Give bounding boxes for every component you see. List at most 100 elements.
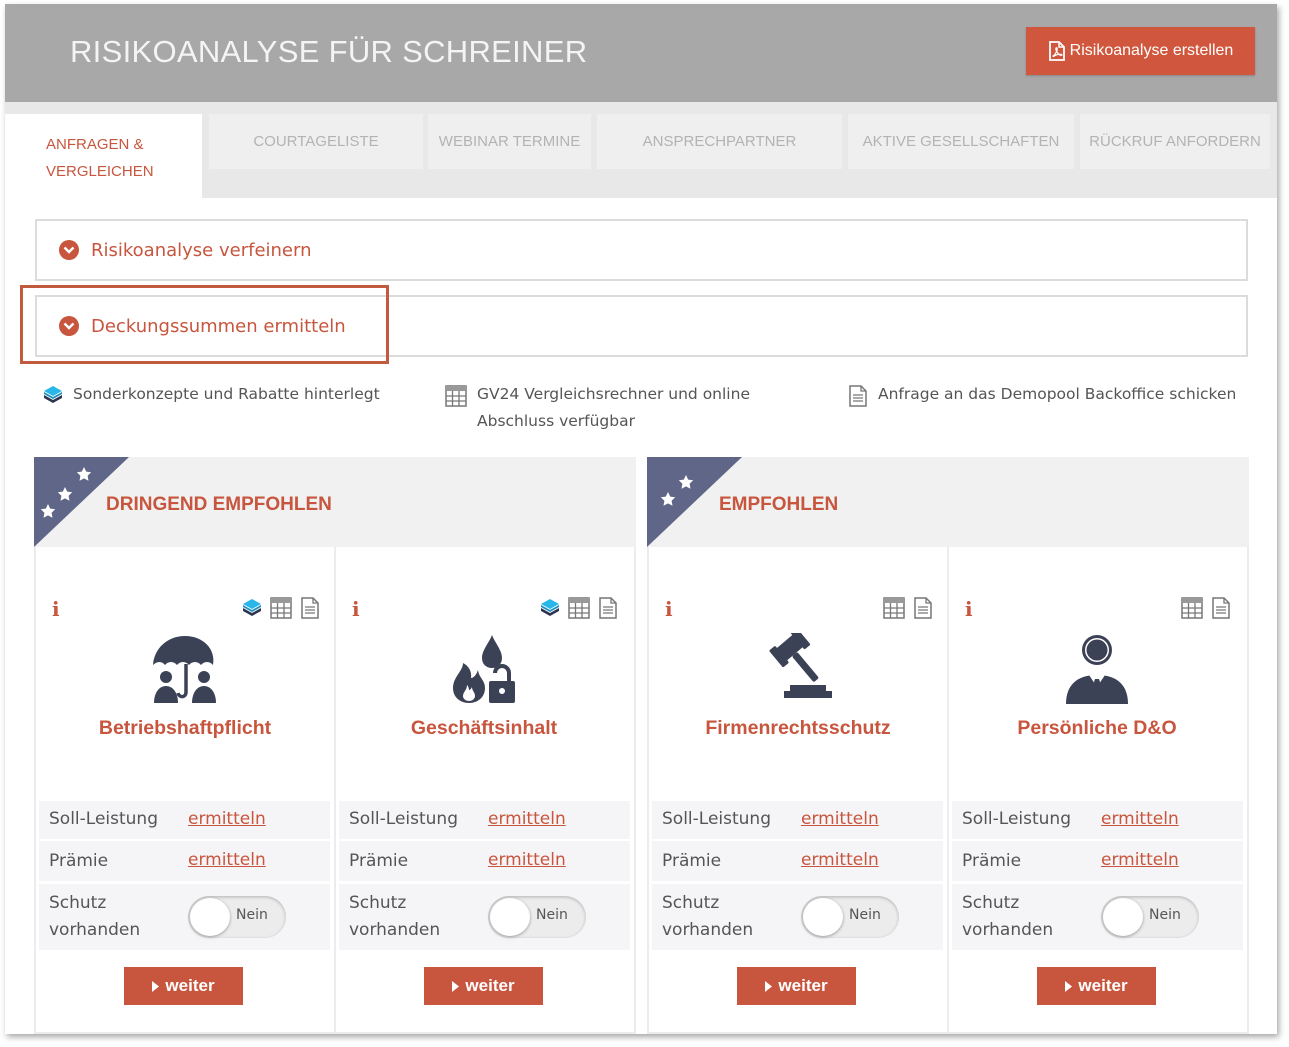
weiter-button[interactable]: weiter [1037, 967, 1156, 1005]
row-soll-leistung: Soll-Leistung ermitteln [952, 801, 1243, 839]
feature-icons [1181, 597, 1231, 619]
ermitteln-link[interactable]: ermitteln [188, 850, 266, 870]
document-icon [848, 385, 868, 416]
toggle-label: Nein [849, 907, 881, 923]
weiter-button[interactable]: weiter [124, 967, 243, 1005]
businessman-icon [1066, 635, 1128, 704]
accordion-risikoanalyse-verfeinern[interactable]: Risikoanalyse verfeinern [35, 219, 1248, 281]
panel-title: DRINGEND EMPFOHLEN [106, 494, 332, 515]
caret-right-icon [152, 980, 160, 992]
chevron-down-icon [59, 240, 79, 260]
tab-ansprechpartner[interactable]: ANSPRECHPARTNER [597, 114, 842, 169]
row-schutz-vorhanden: Schutz vorhanden Nein [652, 884, 943, 950]
gavel-icon [769, 633, 832, 698]
weiter-label: weiter [465, 976, 515, 995]
ermitteln-link[interactable]: ermitteln [1101, 809, 1179, 829]
create-analysis-label: Risikoanalyse erstellen [1069, 42, 1234, 59]
ermitteln-link[interactable]: ermitteln [1101, 850, 1179, 870]
weiter-label: weiter [778, 976, 828, 995]
fire-water-lock-icon [453, 635, 515, 703]
schutz-toggle[interactable]: Nein [488, 896, 586, 938]
card-group: i Betriebshaftpflicht Soll-Leistung ermi… [34, 547, 636, 1034]
row-label: Soll-Leistung [49, 809, 158, 829]
calculator-icon [883, 597, 905, 619]
umbrella-people-icon [153, 636, 216, 703]
legend-calculator: GV24 Vergleichsrechner und online Abschl… [445, 381, 750, 435]
info-icon[interactable]: i [52, 597, 60, 621]
row-soll-leistung: Soll-Leistung ermitteln [339, 801, 630, 839]
row-label: Soll-Leistung [662, 809, 771, 829]
row-schutz-vorhanden: Schutz vorhanden Nein [339, 884, 630, 950]
row-schutz-vorhanden: Schutz vorhanden Nein [952, 884, 1243, 950]
row-label: Schutz vorhanden [962, 893, 1054, 940]
schutz-toggle[interactable]: Nein [188, 896, 286, 938]
toggle-label: Nein [1149, 907, 1181, 923]
ermitteln-link[interactable]: ermitteln [801, 809, 879, 829]
schutz-toggle[interactable]: Nein [801, 896, 899, 938]
row-praemie: Prämie ermitteln [952, 841, 1243, 881]
schutz-toggle[interactable]: Nein [1101, 896, 1199, 938]
toggle-label: Nein [236, 907, 268, 923]
toggle-label: Nein [536, 907, 568, 923]
row-label: Prämie [662, 851, 722, 871]
ermitteln-link[interactable]: ermitteln [801, 850, 879, 870]
calculator-icon [445, 385, 467, 435]
row-label: Soll-Leistung [962, 809, 1071, 829]
product-card-betriebshaftpflicht: i Betriebshaftpflicht Soll-Leistung ermi… [36, 547, 334, 1034]
toggle-knob [490, 898, 530, 936]
card-group: i Firmenrechtsschutz Soll-Leistung ermit… [647, 547, 1249, 1034]
product-title: Betriebshaftpflicht [98, 717, 272, 739]
row-schutz-vorhanden: Schutz vorhanden Nein [39, 884, 330, 950]
tab-anfragen-vergleichen[interactable]: ANFRAGEN & VERGLEICHEN [5, 114, 202, 198]
toggle-knob [1103, 898, 1143, 936]
row-label: Prämie [49, 851, 109, 871]
panel-dringend-empfohlen: DRINGEND EMPFOHLEN i Betriebshaftpflicht… [34, 457, 636, 1034]
tab-aktive-gesellschaften[interactable]: AKTIVE GESELLSCHAFTEN [848, 114, 1074, 169]
row-soll-leistung: Soll-Leistung ermitteln [652, 801, 943, 839]
feature-icons [883, 597, 933, 619]
caret-right-icon [765, 980, 773, 992]
row-label: Schutz vorhanden [662, 893, 754, 940]
product-card-firmenrechtsschutz: i Firmenrechtsschutz Soll-Leistung ermit… [649, 547, 947, 1034]
tab-label: ANFRAGEN & VERGLEICHEN [46, 136, 154, 180]
ermitteln-link[interactable]: ermitteln [188, 809, 266, 829]
tab-courtageliste[interactable]: COURTAGELISTE [209, 114, 423, 169]
weiter-button[interactable]: weiter [424, 967, 543, 1005]
ermitteln-link[interactable]: ermitteln [488, 850, 566, 870]
product-card-geschaeftsinhalt: i Geschäftsinhalt Soll-Leistung ermittel… [334, 547, 632, 1034]
legend-document: Anfrage an das Demopool Backoffice schic… [848, 381, 1236, 416]
info-icon[interactable]: i [965, 597, 973, 621]
row-label: Soll-Leistung [349, 809, 458, 829]
row-soll-leistung: Soll-Leistung ermitteln [39, 801, 330, 839]
ermitteln-link[interactable]: ermitteln [488, 809, 566, 829]
highlight-box [20, 285, 389, 364]
row-label: Prämie [962, 851, 1022, 871]
calculator-icon [568, 597, 590, 619]
info-icon[interactable]: i [665, 597, 673, 621]
feature-icons [242, 597, 320, 619]
calculator-icon [1181, 597, 1203, 619]
row-praemie: Prämie ermitteln [39, 841, 330, 881]
tab-rueckruf-anfordern[interactable]: RÜCKRUF ANFORDERN [1080, 114, 1270, 169]
toggle-knob [803, 898, 843, 936]
row-praemie: Prämie ermitteln [339, 841, 630, 881]
weiter-label: weiter [1078, 976, 1128, 995]
legend-text: Sonderkonzepte und Rabatte hinterlegt [73, 385, 380, 403]
weiter-button[interactable]: weiter [737, 967, 856, 1005]
tab-label: RÜCKRUF ANFORDERN [1089, 133, 1261, 150]
legend-text: GV24 Vergleichsrechner und online [477, 385, 750, 403]
row-label: Schutz vorhanden [349, 893, 441, 940]
feature-icons [540, 597, 618, 619]
product-card-persoenliche-do: i Persönliche D&O Soll-Leistung ermittel… [947, 547, 1245, 1034]
product-title: Firmenrechtsschutz [705, 717, 891, 739]
accordion-label: Risikoanalyse verfeinern [91, 239, 312, 261]
caret-right-icon [1065, 980, 1073, 992]
calculator-icon [270, 597, 292, 619]
caret-right-icon [452, 980, 460, 992]
tab-webinar-termine[interactable]: WEBINAR TERMINE [428, 114, 591, 169]
panel-header: EMPFOHLEN [647, 457, 1249, 547]
page-title: RISIKOANALYSE FÜR SCHREINER [70, 34, 588, 69]
info-icon[interactable]: i [352, 597, 360, 621]
row-label: Schutz vorhanden [49, 893, 141, 940]
create-analysis-button[interactable]: Risikoanalyse erstellen [1026, 27, 1255, 75]
